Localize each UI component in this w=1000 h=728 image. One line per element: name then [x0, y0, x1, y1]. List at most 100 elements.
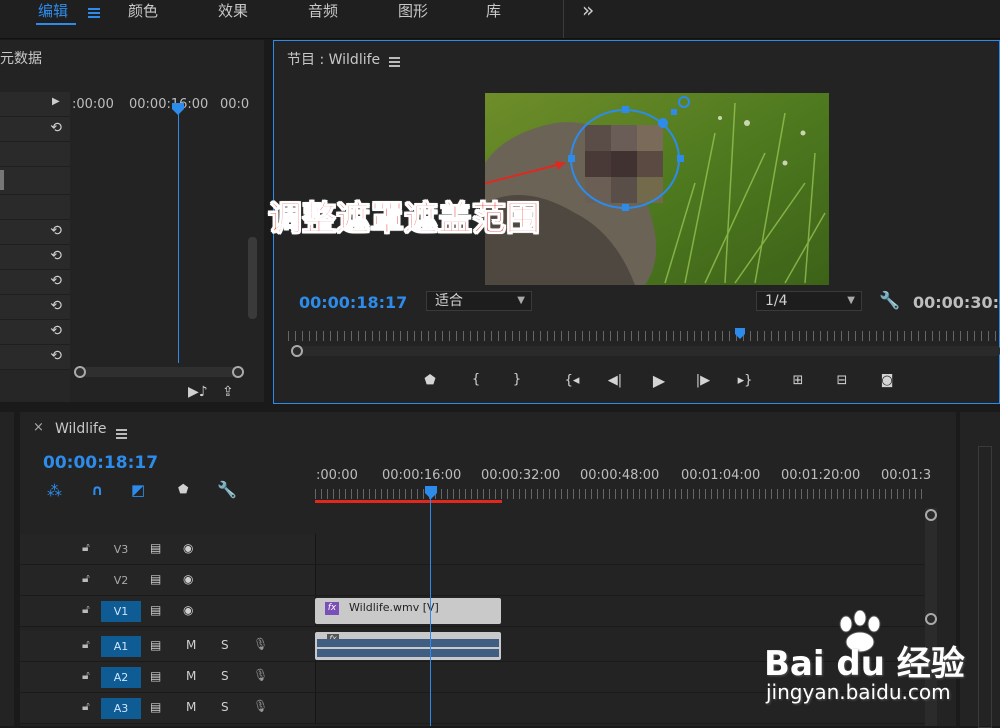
eye-icon[interactable]: ◉	[183, 603, 193, 617]
track-label[interactable]: A3	[101, 698, 141, 719]
close-tab-icon[interactable]: ×	[33, 420, 44, 435]
wrench-icon[interactable]: 🔧	[879, 291, 900, 311]
metadata-panel: 元数据 ▶ ⟲ ⟲ ⟲ ⟲ ⟲ ⟲ ⟲ :00:00 00:00:16:00 0…	[0, 40, 264, 402]
microphone-icon[interactable]: 🎙︎	[253, 637, 268, 651]
playhead-icon[interactable]	[171, 102, 185, 116]
lift-icon[interactable]: ⊞	[787, 373, 809, 388]
left-panel-edge	[0, 412, 14, 726]
lock-icon[interactable]: 🔓︎	[82, 540, 90, 555]
more-workspaces-icon[interactable]: »	[582, 0, 594, 22]
workspace-menu-icon[interactable]	[88, 4, 100, 23]
sequence-tab[interactable]: Wildlife	[55, 421, 107, 437]
property-row: ⟲	[0, 270, 70, 295]
reset-icon[interactable]: ⟲	[50, 323, 62, 339]
vertical-scrollbar[interactable]	[248, 237, 257, 319]
wrench-icon[interactable]: 🔧	[217, 480, 237, 499]
solo-button[interactable]: S	[221, 638, 229, 652]
mute-button[interactable]: M	[186, 700, 196, 714]
sync-lock-icon[interactable]: ▤	[150, 541, 161, 555]
zoom-scrollbar[interactable]	[75, 367, 241, 377]
add-marker-icon[interactable]: ⬟	[419, 373, 441, 388]
play-icon[interactable]: ▶	[648, 371, 670, 390]
work-area-bar[interactable]	[315, 500, 502, 503]
playhead-line	[178, 105, 179, 363]
track-label[interactable]: V2	[101, 570, 141, 591]
solo-button[interactable]: S	[221, 700, 229, 714]
resolution-dropdown[interactable]: 1/4 ▼	[756, 291, 862, 311]
microphone-icon[interactable]: 🎙︎	[253, 668, 268, 682]
mark-in-icon[interactable]: {	[465, 372, 487, 387]
step-back-icon[interactable]: ◀|	[604, 373, 626, 388]
property-row: ⟲	[0, 295, 70, 320]
sync-lock-icon[interactable]: ▤	[150, 669, 161, 683]
reset-icon[interactable]: ⟲	[50, 223, 62, 239]
time-ruler[interactable]	[288, 331, 1000, 341]
add-marker-icon[interactable]: ⬟	[178, 482, 188, 496]
lock-icon[interactable]: 🔓︎	[82, 571, 90, 586]
time-ruler[interactable]	[315, 489, 925, 499]
reset-icon[interactable]: ⟲	[50, 298, 62, 314]
lock-icon[interactable]: 🔓︎	[82, 602, 90, 617]
eye-icon[interactable]: ◉	[183, 572, 193, 586]
linked-selection-icon[interactable]: ◩	[131, 481, 145, 499]
workspace-tab-color[interactable]: 颜色	[128, 0, 158, 22]
total-duration: 00:00:30:0	[913, 293, 1000, 312]
extract-icon[interactable]: ⊟	[831, 373, 853, 388]
workspace-tab-effects[interactable]: 效果	[218, 0, 248, 22]
expand-arrow-icon[interactable]: ▶	[52, 96, 60, 107]
step-forward-icon[interactable]: |▶	[692, 373, 714, 388]
workspace-tab-audio[interactable]: 音频	[308, 0, 338, 22]
scroll-handle[interactable]	[291, 345, 303, 357]
sync-lock-icon[interactable]: ▤	[150, 638, 161, 652]
lock-icon[interactable]: 🔓︎	[82, 668, 90, 683]
track-label[interactable]: A2	[101, 667, 141, 688]
mute-button[interactable]: M	[186, 638, 196, 652]
sync-lock-icon[interactable]: ▤	[150, 700, 161, 714]
video-clip[interactable]: fx Wildlife.wmv [V]	[315, 598, 501, 624]
playhead-icon[interactable]	[424, 485, 438, 501]
snap-icon[interactable]: ∩	[91, 481, 103, 499]
video-frame[interactable]	[485, 93, 829, 285]
scroll-handle[interactable]	[925, 613, 937, 625]
current-timecode[interactable]: 00:00:18:17	[299, 293, 407, 312]
scroll-handle-left[interactable]	[74, 366, 86, 378]
panel-menu-icon[interactable]	[116, 424, 127, 443]
ruler-label: 00:0	[220, 97, 250, 112]
sync-lock-icon[interactable]: ▤	[150, 603, 161, 617]
export-icon[interactable]: ⇪	[222, 384, 234, 400]
track-v3: 🔓︎ V3 ▤ ◉	[20, 534, 925, 565]
playhead-icon[interactable]	[734, 327, 746, 341]
reset-icon[interactable]: ⟲	[50, 248, 62, 264]
track-label[interactable]: V1	[101, 601, 141, 622]
export-frame-icon[interactable]: ◙	[876, 373, 898, 388]
mute-button[interactable]: M	[186, 669, 196, 683]
zoom-scrollbar[interactable]	[292, 346, 1000, 356]
workspace-tab-libraries[interactable]: 库	[486, 0, 501, 22]
lock-icon[interactable]: 🔓︎	[82, 637, 90, 652]
nest-icon[interactable]: ⁂	[47, 482, 62, 500]
scroll-handle-right[interactable]	[232, 366, 244, 378]
track-label[interactable]: V3	[101, 539, 141, 560]
export-audio-icon[interactable]: ▶♪	[188, 384, 208, 400]
scroll-handle[interactable]	[925, 509, 937, 521]
go-to-in-icon[interactable]: {◂	[561, 373, 583, 388]
fit-dropdown-value: 适合	[435, 293, 463, 309]
reset-icon[interactable]: ⟲	[50, 120, 62, 136]
timeline-timecode[interactable]: 00:00:18:17	[43, 453, 158, 473]
reset-icon[interactable]: ⟲	[50, 273, 62, 289]
workspace-tab-graphics[interactable]: 图形	[398, 0, 428, 22]
go-to-out-icon[interactable]: ▸}	[734, 373, 756, 388]
solo-button[interactable]: S	[221, 669, 229, 683]
mark-out-icon[interactable]: }	[506, 372, 528, 387]
eye-icon[interactable]: ◉	[183, 541, 193, 555]
workspace-tab-editing[interactable]: 编辑	[38, 0, 68, 22]
sync-lock-icon[interactable]: ▤	[150, 572, 161, 586]
track-label[interactable]: A1	[101, 636, 141, 657]
audio-clip[interactable]: fx	[315, 632, 501, 660]
reset-icon[interactable]: ⟲	[50, 348, 62, 364]
fit-dropdown[interactable]: 适合 ▼	[426, 291, 532, 311]
active-tab-indicator	[36, 23, 76, 25]
lock-icon[interactable]: 🔓︎	[82, 699, 90, 714]
microphone-icon[interactable]: 🎙︎	[253, 699, 268, 713]
panel-menu-icon[interactable]	[389, 52, 400, 71]
